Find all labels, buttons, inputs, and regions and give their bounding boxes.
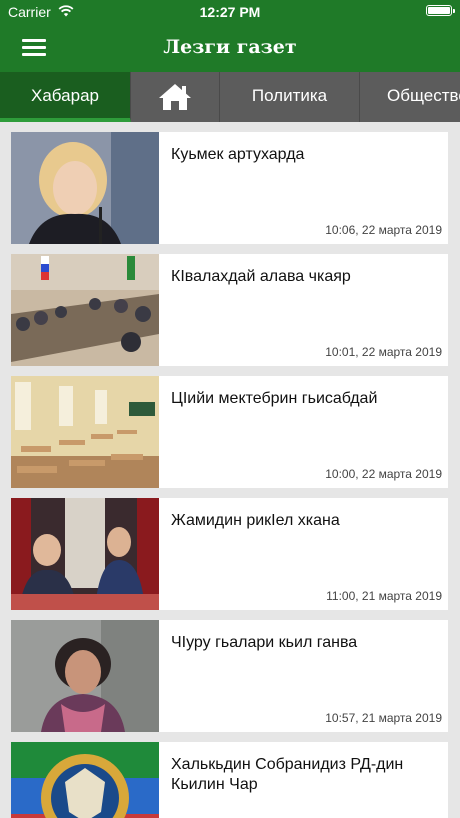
article-card[interactable]: Халькьдин Собранидиз РД-дин Кьилин Чар [11, 742, 448, 818]
article-title: КІвалахдай алава чкаяр [171, 268, 351, 285]
article-card[interactable]: Жамидин рикІел хкана 11:00, 21 марта 201… [11, 498, 448, 610]
category-tabs: Хабарар Политика Общество [0, 72, 460, 122]
article-thumbnail [11, 620, 159, 732]
article-thumbnail [11, 132, 159, 244]
status-bar: Carrier 12:27 PM [0, 0, 460, 24]
app-title: Лезги газет [163, 36, 297, 58]
article-card[interactable]: КІвалахдай алава чкаяр 10:01, 22 марта 2… [11, 254, 448, 366]
article-thumbnail [11, 254, 159, 366]
article-card[interactable]: ЦІийи мектебрин гьисабдай 10:00, 22 март… [11, 376, 448, 488]
article-title: Куьмек артухарда [171, 146, 305, 163]
home-icon [159, 83, 191, 110]
article-card[interactable]: ЧІуру гьалари кьил ганва 10:57, 21 марта… [11, 620, 448, 732]
article-title: ЧІуру гьалари кьил ганва [171, 634, 358, 651]
article-date: 10:00, 22 марта 2019 [325, 467, 442, 481]
article-card[interactable]: Куьмек артухарда 10:06, 22 марта 2019 [11, 132, 448, 244]
clock: 12:27 PM [199, 4, 261, 20]
tab-news[interactable]: Хабарар [0, 72, 131, 122]
article-list[interactable]: Куьмек артухарда 10:06, 22 марта 2019 КІ… [0, 122, 460, 818]
article-thumbnail [11, 376, 159, 488]
tab-politics[interactable]: Политика [220, 72, 360, 122]
battery-icon [426, 5, 455, 16]
article-date: 11:00, 21 марта 2019 [326, 589, 442, 603]
article-date: 10:01, 22 марта 2019 [325, 345, 442, 359]
article-title: Жамидин рикІел хкана [171, 512, 340, 529]
app-header: Carrier 12:27 PM Лезги газет [0, 0, 460, 72]
article-title: ЦІийи мектебрин гьисабдай [171, 390, 378, 407]
tab-home[interactable] [131, 72, 220, 122]
article-thumbnail [11, 498, 159, 610]
article-title: Халькьдин Собранидиз РД-дин Кьилин Чар [171, 756, 404, 793]
article-thumbnail [11, 742, 159, 818]
tab-society[interactable]: Общество [360, 72, 460, 122]
article-date: 10:57, 21 марта 2019 [325, 711, 442, 725]
article-date: 10:06, 22 марта 2019 [325, 223, 442, 237]
